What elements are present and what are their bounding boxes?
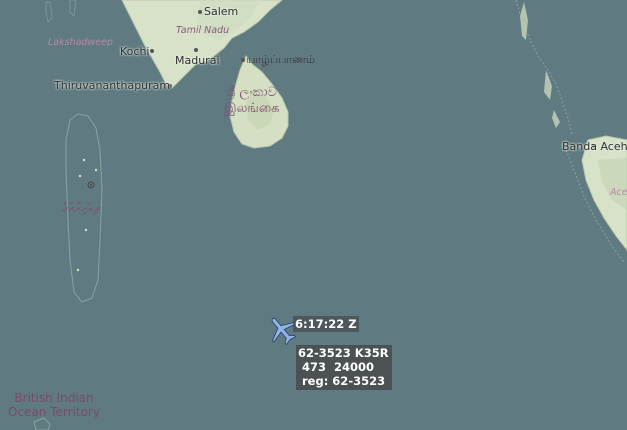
territory-label-biot: British Indian Ocean Territory (8, 391, 100, 420)
maldives-island (82, 158, 86, 162)
city-label-kochi: Kochi (120, 45, 150, 58)
country-label-maldives: ދިވެހިރާއްޖެ (62, 201, 100, 216)
city-dot-salem (198, 10, 202, 14)
city-label-jaffna: யாழ்ப்பாணம் (246, 53, 315, 66)
aircraft-time-label: 6:17:22 Z (293, 316, 359, 332)
maldives-island (84, 228, 88, 232)
city-label-madurai: Madurai (175, 54, 220, 67)
aircraft-callsign: 62-3523 K35R (298, 346, 389, 360)
region-label-lakshadweep: Lakshadweep (48, 37, 113, 48)
map-viewport[interactable]: Salem Tamil Nadu Kochi Madurai யாழ்ப்பாண… (0, 0, 627, 430)
capital-marker-dot (90, 184, 92, 186)
city-dot-madurai (194, 48, 198, 52)
lakshadweep-atoll (69, 0, 77, 18)
city-label-thiruvananthapuram: Thiruvananthapuram (54, 79, 171, 92)
aircraft-speed-altitude: 473 24000 (298, 360, 375, 374)
city-dot-kochi (150, 49, 154, 53)
maldives-island (76, 268, 80, 272)
maldives-island (94, 168, 98, 172)
aircraft-data-tag[interactable]: 62-3523 K35R 473 24000 reg: 62-3523 (296, 345, 392, 390)
nicobar-islands (544, 70, 552, 100)
city-label-banda-aceh: Banda Aceh (562, 140, 627, 153)
region-label-aceh: Ace (610, 187, 627, 198)
territory-label-line2: Ocean Territory (8, 404, 100, 419)
region-label-tamil-nadu: Tamil Nadu (176, 25, 230, 36)
maldives-island (78, 174, 82, 178)
country-label-sri-lanka-sinhala: ශ්‍රී ලංකාව (226, 85, 277, 100)
chagos-atoll (33, 417, 51, 430)
lakshadweep-atoll (45, 1, 53, 24)
country-label-sri-lanka-tamil: இலங்கை (224, 101, 280, 116)
city-label-salem: Salem (204, 5, 239, 18)
city-dot-jaffna (241, 58, 245, 62)
territory-label-line1: British Indian (14, 391, 94, 405)
nicobar-islands (552, 110, 560, 128)
andaman-islands (520, 2, 528, 40)
aircraft-registration: reg: 62-3523 (298, 374, 386, 388)
